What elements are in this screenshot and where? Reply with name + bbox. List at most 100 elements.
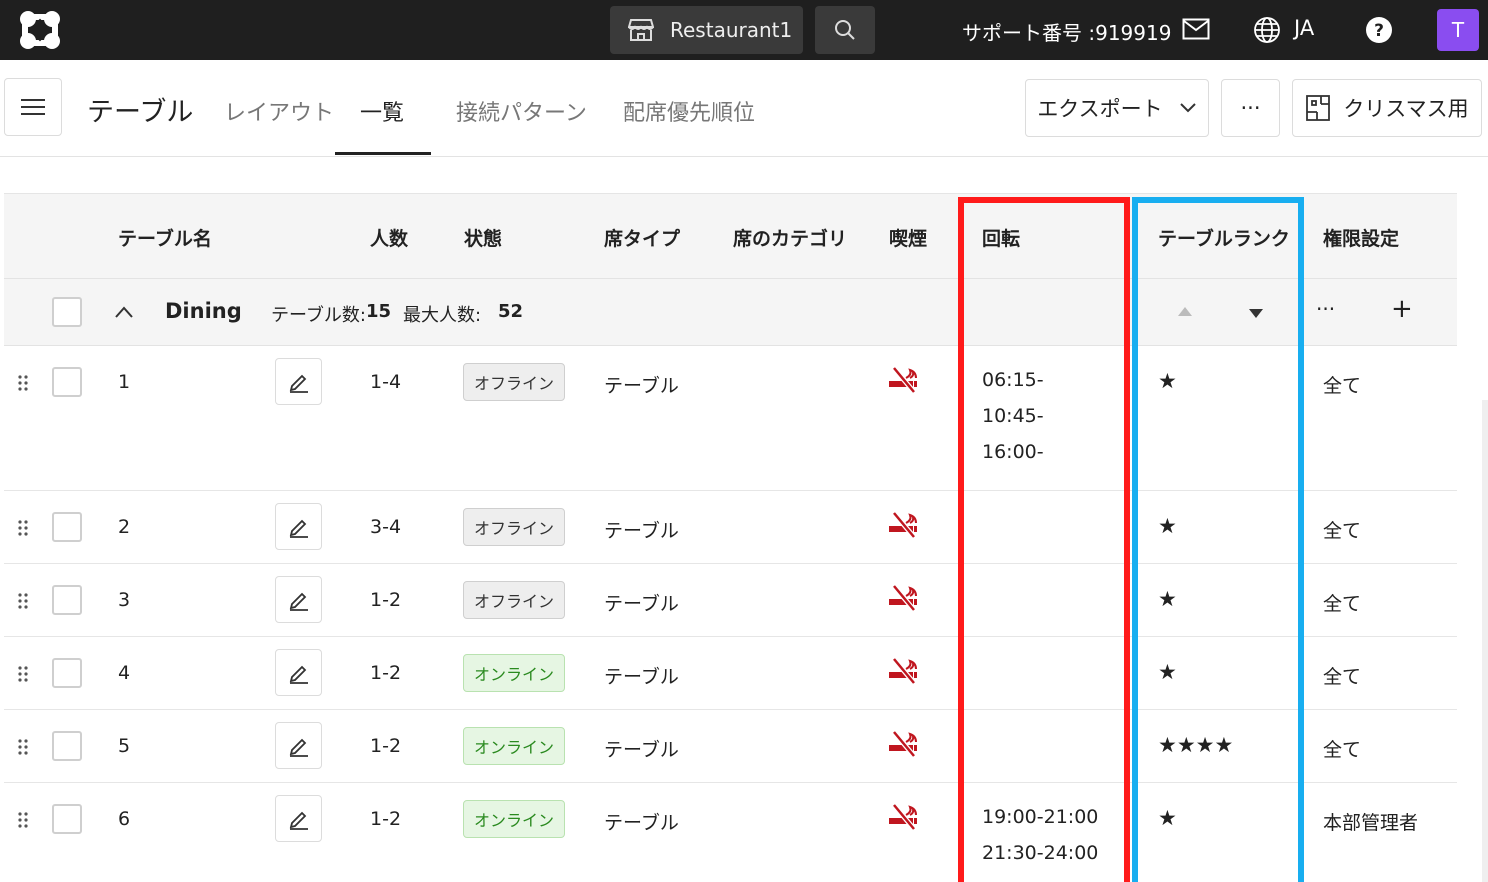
no-smoking-icon xyxy=(889,803,917,831)
group-name: Dining xyxy=(165,299,242,323)
tab-seating-priority[interactable]: 配席優先順位 xyxy=(623,95,755,127)
user-avatar[interactable]: T xyxy=(1437,9,1479,51)
table-row[interactable]: 5 1-2 オンライン テーブル ★★★★ 全て xyxy=(4,710,1457,783)
table-header-row: テーブル名 人数 状態 席タイプ 席のカテゴリ 喫煙 回転 テーブルランク 権限… xyxy=(4,194,1457,279)
tab-connection-pattern[interactable]: 接続パターン xyxy=(456,95,587,127)
store-name: Restaurant1 xyxy=(670,18,793,42)
column-header-permission[interactable]: 権限設定 xyxy=(1323,224,1399,251)
permission: 本部管理者 xyxy=(1323,812,1419,834)
seat-type: テーブル xyxy=(604,520,679,542)
column-header-rank[interactable]: テーブルランク xyxy=(1158,224,1290,251)
seat-type: テーブル xyxy=(604,666,679,688)
pencil-icon xyxy=(289,519,308,538)
column-header-seat-type[interactable]: 席タイプ xyxy=(604,224,680,251)
group-max-label: 最大人数: xyxy=(403,305,482,326)
table-row[interactable]: 6 1-2 オンライン テーブル 19:00-21:00 21:30-24:00… xyxy=(4,783,1457,882)
search-button[interactable] xyxy=(815,6,875,54)
hamburger-icon xyxy=(21,99,45,115)
column-header-people[interactable]: 人数 xyxy=(370,224,408,251)
no-smoking-icon xyxy=(889,511,917,539)
table-name: 6 xyxy=(118,808,131,830)
table-rank: ★ xyxy=(1158,587,1177,611)
table-row[interactable]: 3 1-2 オフライン テーブル ★ 全て xyxy=(4,564,1457,637)
drag-handle-icon[interactable] xyxy=(18,812,28,828)
chevron-up-icon[interactable] xyxy=(114,305,134,319)
sort-descending-icon[interactable] xyxy=(1248,308,1264,319)
status-badge: オンライン xyxy=(463,727,566,765)
edit-button[interactable] xyxy=(275,722,322,769)
row-checkbox[interactable] xyxy=(52,512,82,542)
status-badge: オフライン xyxy=(463,581,566,619)
language-selector[interactable]: JA xyxy=(1294,16,1314,40)
no-smoking-icon xyxy=(889,366,917,394)
globe-icon[interactable] xyxy=(1253,16,1281,44)
table-name: 5 xyxy=(118,735,131,757)
group-add-button[interactable]: + xyxy=(1391,294,1413,324)
export-button[interactable]: エクスポート xyxy=(1025,79,1209,137)
pencil-icon xyxy=(289,592,308,611)
column-header-smoking[interactable]: 喫煙 xyxy=(889,224,927,251)
seat-type: テーブル xyxy=(604,812,679,834)
table-rank: ★ xyxy=(1158,660,1177,684)
table-row[interactable]: 1 1-4 オフライン テーブル 06:15- 10:45- 16:00- ★ … xyxy=(4,346,1457,491)
permission: 全て xyxy=(1323,593,1362,615)
status-badge: オフライン xyxy=(463,508,566,546)
sort-ascending-icon[interactable] xyxy=(1177,306,1193,317)
drag-handle-icon[interactable] xyxy=(18,375,28,391)
drag-handle-icon[interactable] xyxy=(18,593,28,609)
pattern-button[interactable]: クリスマス用 xyxy=(1292,79,1482,137)
tab-layout[interactable]: レイアウト xyxy=(224,95,334,127)
status-badge: オフライン xyxy=(463,363,566,401)
store-selector-button[interactable]: Restaurant1 xyxy=(610,6,803,54)
table-name: 2 xyxy=(118,516,131,538)
table-name: 1 xyxy=(118,371,131,393)
app-logo-icon[interactable] xyxy=(18,10,62,50)
table-list: テーブル名 人数 状態 席タイプ 席のカテゴリ 喫煙 回転 テーブルランク 権限… xyxy=(4,193,1457,882)
row-checkbox[interactable] xyxy=(52,804,82,834)
column-header-rotation[interactable]: 回転 xyxy=(982,224,1020,251)
edit-button[interactable] xyxy=(275,576,322,623)
row-checkbox[interactable] xyxy=(52,367,82,397)
status-badge: オンライン xyxy=(463,654,566,692)
row-checkbox[interactable] xyxy=(52,585,82,615)
pencil-icon xyxy=(289,811,308,830)
chevron-down-icon xyxy=(1179,103,1196,113)
mail-icon[interactable] xyxy=(1182,18,1210,40)
column-header-name[interactable]: テーブル名 xyxy=(118,224,212,251)
table-rank: ★ xyxy=(1158,514,1177,538)
drag-handle-icon[interactable] xyxy=(18,666,28,682)
edit-button[interactable] xyxy=(275,649,322,696)
column-header-seat-category[interactable]: 席のカテゴリ xyxy=(733,224,847,251)
table-row[interactable]: 4 1-2 オンライン テーブル ★ 全て xyxy=(4,637,1457,710)
active-tab-indicator xyxy=(335,152,431,155)
permission: 全て xyxy=(1323,520,1362,542)
tab-list[interactable]: 一覧 xyxy=(360,95,404,127)
help-icon[interactable]: ? xyxy=(1365,16,1393,44)
rotation-time: 10:45- xyxy=(982,405,1044,427)
people-range: 3-4 xyxy=(370,516,402,538)
table-row[interactable]: 2 3-4 オフライン テーブル ★ 全て xyxy=(4,491,1457,564)
edit-button[interactable] xyxy=(275,795,322,842)
rotation-time: 06:15- xyxy=(982,369,1044,391)
people-range: 1-2 xyxy=(370,662,402,684)
permission: 全て xyxy=(1323,666,1362,688)
edit-button[interactable] xyxy=(275,358,322,405)
group-checkbox[interactable] xyxy=(52,297,82,327)
row-checkbox[interactable] xyxy=(52,731,82,761)
more-options-button[interactable]: ··· xyxy=(1221,79,1280,137)
store-icon xyxy=(628,19,654,41)
table-name: 3 xyxy=(118,589,131,611)
group-more-button[interactable]: ··· xyxy=(1316,297,1335,321)
permission: 全て xyxy=(1323,375,1362,397)
drag-handle-icon[interactable] xyxy=(18,520,28,536)
row-checkbox[interactable] xyxy=(52,658,82,688)
group-count-label: テーブル数: xyxy=(271,305,366,326)
group-count-value: 15 xyxy=(366,301,392,322)
menu-button[interactable] xyxy=(4,78,62,136)
edit-button[interactable] xyxy=(275,503,322,550)
drag-handle-icon[interactable] xyxy=(18,739,28,755)
vertical-scrollbar[interactable] xyxy=(1482,400,1488,882)
column-header-status[interactable]: 状態 xyxy=(464,224,502,251)
seat-type: テーブル xyxy=(604,739,679,761)
seat-type: テーブル xyxy=(604,375,679,397)
